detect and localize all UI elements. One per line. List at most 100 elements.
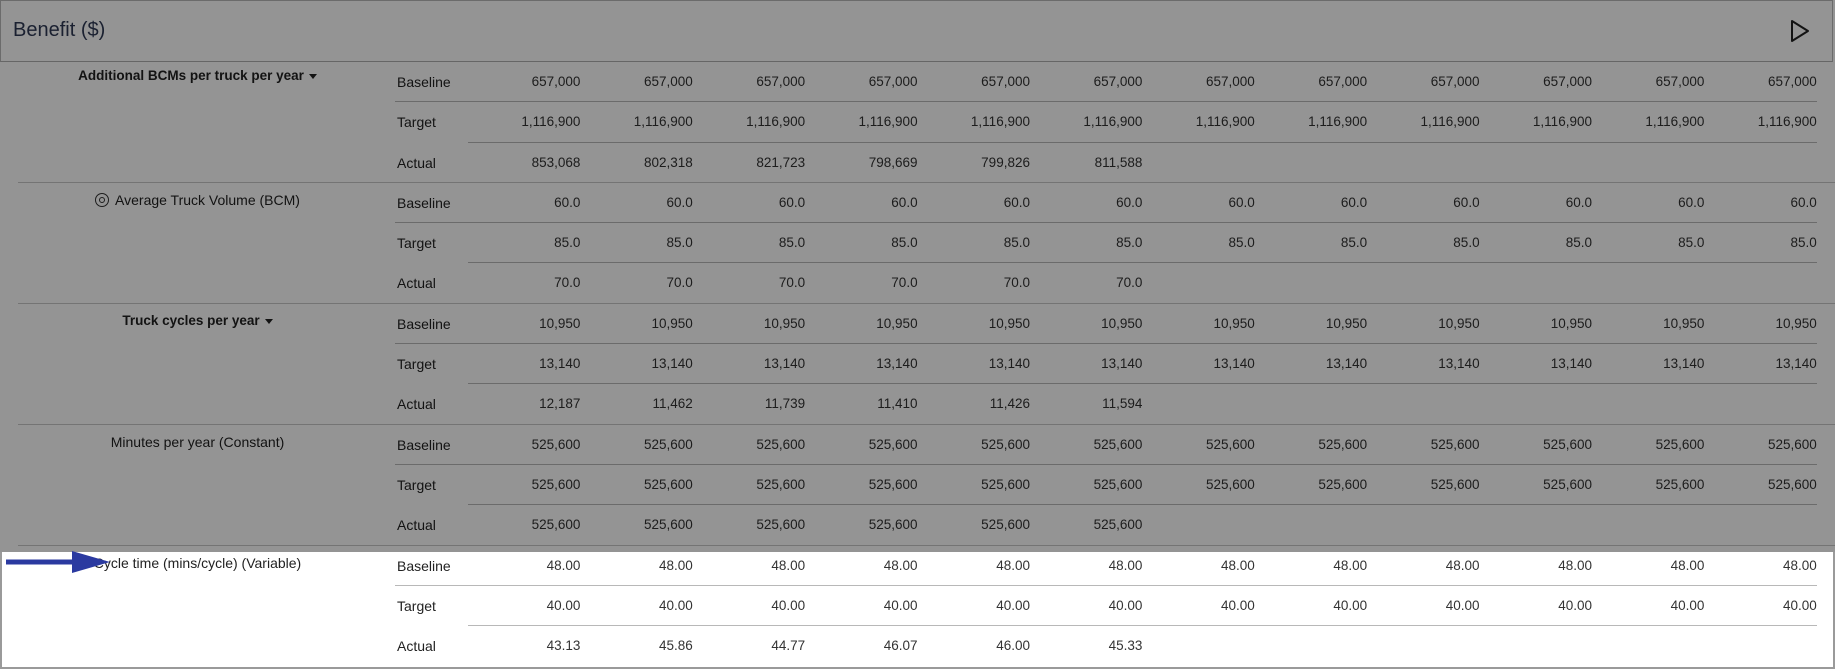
table-cell: 525,600: [1093, 476, 1143, 492]
table-row: Actual 43.13 45.86 44.77 46.07 46.00 45.33: [0, 626, 1835, 666]
table-cell: 60.0: [1340, 194, 1368, 210]
table-cell: 10,950: [1663, 315, 1705, 331]
table-cell: 525,600: [756, 517, 806, 533]
table-cell: 657,000: [1093, 74, 1143, 89]
table-cell: 657,000: [868, 74, 918, 89]
table-cell: 525,600: [868, 436, 918, 452]
panel-header: Benefit ($): [0, 0, 1833, 62]
row-label: Target: [397, 114, 436, 131]
table-cell: 798,669: [868, 154, 918, 170]
table-cell: 10,950: [1550, 315, 1592, 331]
table-cell: 821,723: [756, 154, 806, 170]
table-cell: 40.00: [996, 597, 1030, 613]
row-label: Baseline: [397, 74, 451, 90]
table-cell: 657,000: [1767, 74, 1817, 89]
table-cell: 60.0: [1116, 194, 1143, 210]
table-cell: 525,600: [981, 476, 1030, 492]
table-cell: 70.0: [1003, 275, 1030, 291]
table-cell: 525,600: [1430, 476, 1480, 492]
table-cell: 13,140: [876, 356, 918, 372]
table-row: Target 1,116,900 1,116,900 1,116,900 1,116,9…: [0, 102, 1835, 143]
row-label: Actual: [397, 396, 436, 413]
table-row: Actual 525,600 525,600 525,600 525,600 525,60…: [0, 505, 1835, 546]
row-label: Baseline: [397, 315, 451, 332]
play-icon[interactable]: [1788, 18, 1812, 44]
table-cell: 40.00: [883, 597, 918, 613]
row-label: Target: [397, 476, 436, 493]
row-label: Actual: [397, 517, 436, 534]
table-cell: 1,116,900: [521, 114, 581, 130]
table-cell: 10,950: [1438, 315, 1480, 331]
metric-group: Additional BCMs per truck per year Baseli…: [0, 62, 1835, 183]
table-cell: 525,600: [868, 476, 918, 492]
table-cell: 13,140: [1775, 356, 1817, 372]
table-cell: 525,600: [756, 476, 806, 492]
table-cell: 10,950: [876, 315, 918, 331]
table-cell: 48.00: [1558, 557, 1592, 573]
table-cell: 48.00: [1333, 557, 1368, 573]
table-cell: 802,318: [643, 154, 693, 170]
table-cell: 10,950: [539, 315, 581, 331]
table-cell: 85.0: [1565, 235, 1592, 251]
table-cell: 525,600: [756, 436, 806, 452]
table-cell: 657,000: [981, 74, 1030, 89]
table-cell: 10,950: [988, 315, 1030, 331]
row-label: Baseline: [397, 194, 451, 211]
table-cell: 525,600: [981, 436, 1030, 452]
table-cell: 10,950: [1775, 315, 1817, 331]
table-row: Target 525,600 525,600 525,600 525,600 525,60…: [0, 465, 1835, 506]
table-row: Target 85.0 85.0 85.0 85.0 85.0 85.0 85.0 85.0 85…: [0, 223, 1835, 264]
table-cell: 48.00: [658, 557, 693, 573]
table-cell: 70.0: [891, 275, 918, 291]
row-label: Actual: [397, 638, 436, 655]
metric-group: Truck cycles per year Baseline 10,950 10,95…: [0, 304, 1835, 425]
table-cell: 10,950: [1101, 315, 1143, 331]
table-cell: 657,000: [1543, 74, 1592, 89]
table-cell: 13,140: [1663, 356, 1705, 372]
table-cell: 70.0: [666, 275, 693, 291]
row-label: Baseline: [397, 557, 451, 574]
table-cell: 525,600: [643, 476, 693, 492]
table-cell: 40.00: [1108, 597, 1143, 613]
table-cell: 525,600: [1767, 436, 1817, 452]
table-cell: 48.00: [1108, 557, 1143, 573]
table-cell: 13,140: [1438, 356, 1480, 372]
table-cell: 40.00: [546, 597, 581, 613]
table-row: Baseline 525,600 525,600 525,600 525,600 525,…: [0, 425, 1835, 465]
table-cell: 70.0: [778, 275, 806, 291]
table-row: Baseline 48.00 48.00 48.00 48.00 48.00 48.00 48…: [0, 546, 1835, 586]
table-cell: 85.0: [1453, 235, 1480, 251]
table-cell: 657,000: [1655, 74, 1705, 89]
table-cell: 525,600: [1318, 476, 1368, 492]
table-row: Baseline 657,000 657,000 657,000 657,000 657,…: [0, 62, 1835, 103]
table-cell: 1,116,900: [1645, 114, 1705, 130]
table-cell: 11,462: [652, 396, 693, 412]
table-cell: 40.00: [1445, 597, 1480, 613]
table-cell: 48.00: [1445, 557, 1480, 573]
table-cell: 44.77: [771, 638, 806, 654]
table-cell: 13,140: [1101, 356, 1143, 372]
table-row: Actual 853,068 802,318 821,723 798,669 799,82…: [0, 143, 1835, 183]
table-cell: 60.0: [1453, 194, 1480, 210]
table-cell: 85.0: [1003, 235, 1030, 251]
table-cell: 11,426: [989, 396, 1030, 412]
benefit-table: Additional BCMs per truck per year Baseli…: [0, 62, 1835, 666]
table-cell: 60.0: [1228, 194, 1255, 210]
row-label: Actual: [397, 154, 436, 171]
table-cell: 85.0: [666, 235, 693, 251]
table-cell: 657,000: [1318, 74, 1368, 89]
table-cell: 46.00: [996, 638, 1030, 654]
table-cell: 525,600: [1543, 476, 1592, 492]
table-cell: 60.0: [778, 194, 806, 210]
table-cell: 45.33: [1108, 638, 1143, 654]
table-cell: 13,140: [1325, 356, 1368, 372]
table-cell: 525,600: [643, 517, 693, 533]
table-cell: 657,000: [643, 74, 693, 89]
table-cell: 525,600: [1767, 476, 1817, 492]
pointer-arrow-icon: [6, 551, 110, 573]
table-cell: 525,600: [531, 517, 581, 533]
table-cell: 525,600: [1093, 517, 1143, 533]
table-row: Actual 70.0 70.0 70.0 70.0 70.0 70.0: [0, 263, 1835, 304]
table-cell: 1,116,900: [1308, 114, 1368, 130]
table-cell: 799,826: [981, 154, 1030, 170]
